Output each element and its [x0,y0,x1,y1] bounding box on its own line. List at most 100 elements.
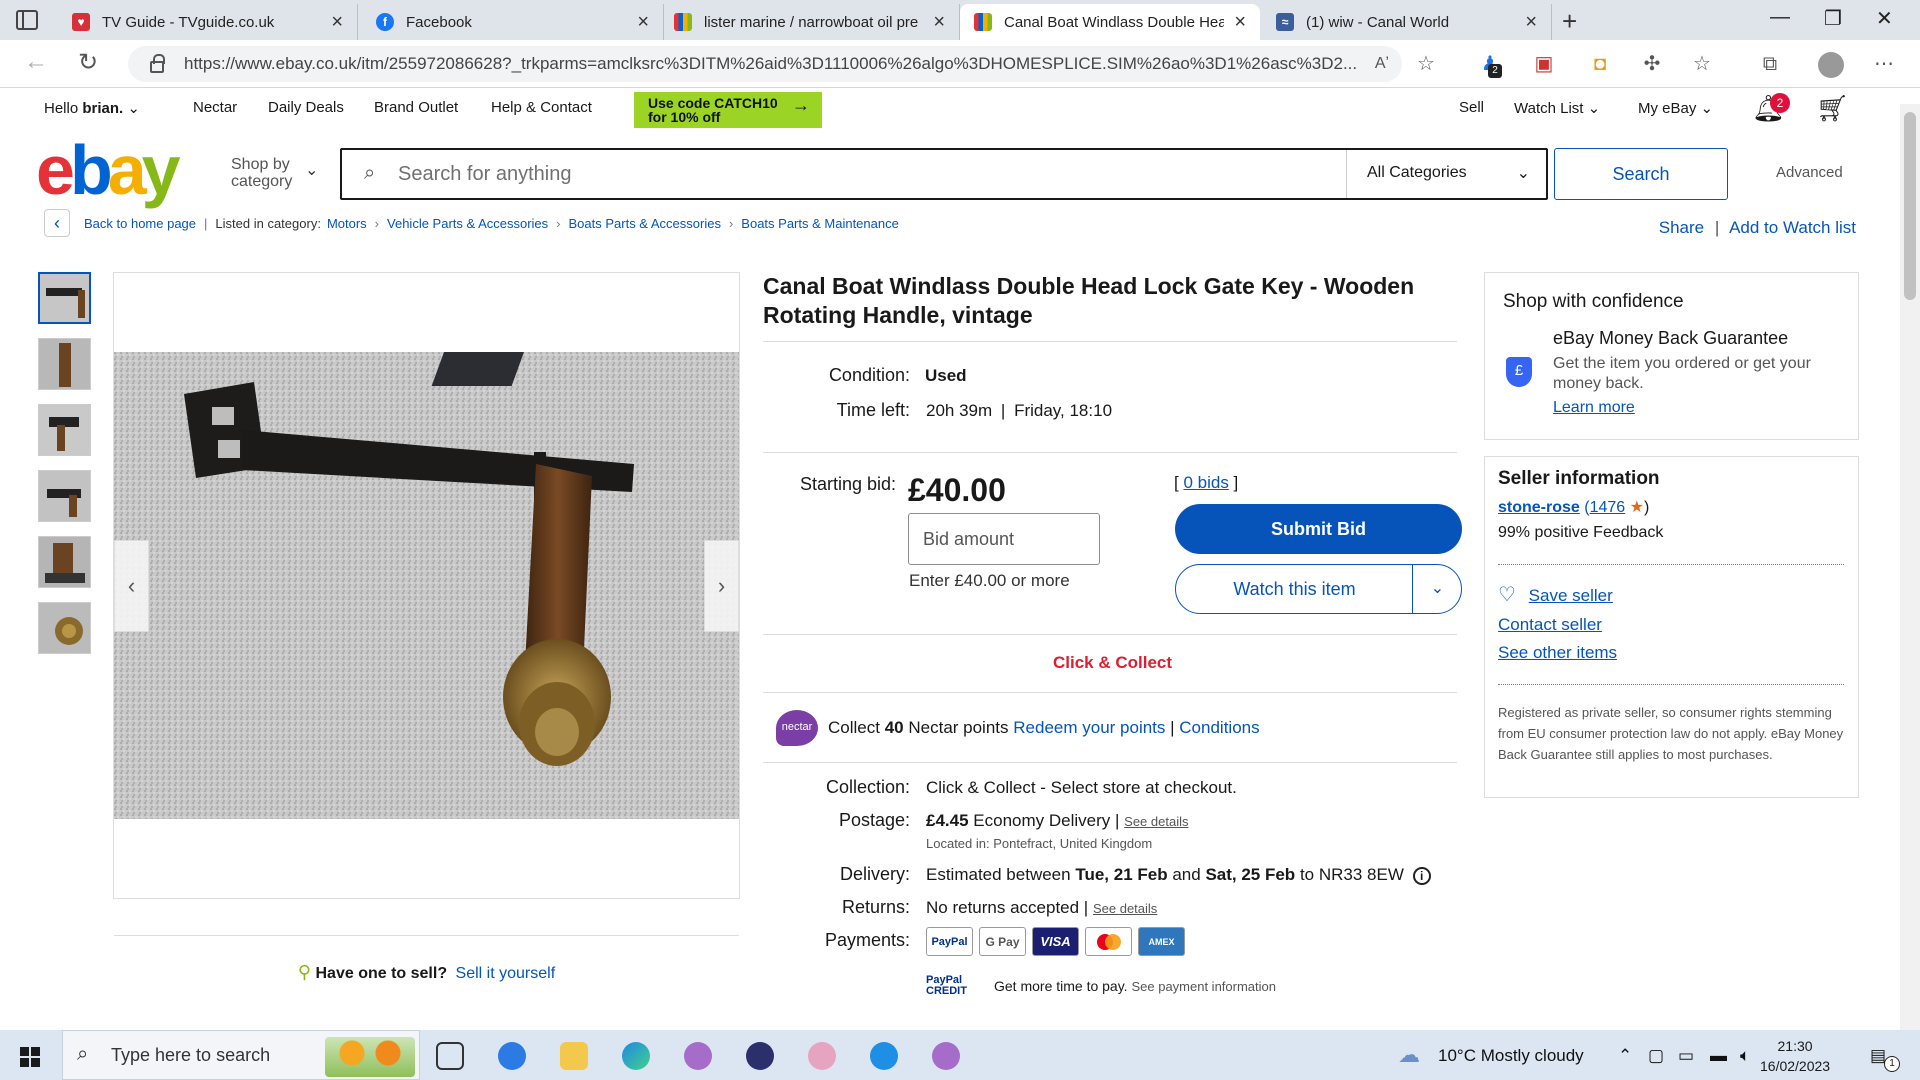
extension-flag-icon[interactable]: ▣ [1532,52,1556,76]
close-tab-icon[interactable]: × [1234,11,1246,34]
more-menu-icon[interactable]: ⋯ [1872,52,1896,76]
edge-browser-icon[interactable] [622,1042,650,1070]
next-image-icon[interactable]: › [704,540,739,632]
redeem-points-link[interactable]: Redeem your points [1013,718,1165,737]
tab-facebook[interactable]: f Facebook × [362,4,664,40]
nav-link-brand-outlet[interactable]: Brand Outlet [374,99,458,116]
volume-icon[interactable]: 🔈︎ [1740,1046,1750,1066]
extensions-puzzle-icon[interactable]: ✣ [1640,52,1664,76]
windows-start-icon[interactable] [20,1047,40,1067]
share-link[interactable]: Share [1659,218,1704,237]
new-tab-icon[interactable]: + [1562,6,1577,37]
breadcrumb-boats-maintenance[interactable]: Boats Parts & Maintenance [741,216,899,231]
seller-rating-link[interactable]: 1476 [1590,499,1626,516]
chevron-down-icon[interactable]: ⌄ [1412,565,1462,613]
close-tab-icon[interactable]: × [933,11,945,34]
my-ebay-menu[interactable]: My eBay ⌄ [1638,99,1713,117]
shop-by-category-button[interactable]: Shop by category ⌄ [231,156,318,190]
back-to-home-link[interactable]: Back to home page [84,216,196,231]
submit-bid-button[interactable]: Submit Bid [1175,504,1462,554]
vpn-app-icon[interactable] [746,1042,774,1070]
thumbnail-image[interactable] [38,602,91,654]
read-aloud-icon[interactable]: Aʼ [1370,52,1394,76]
close-tab-icon[interactable]: × [1525,11,1537,34]
breadcrumb-boats-parts[interactable]: Boats Parts & Accessories [569,216,721,231]
back-arrow-icon[interactable]: ← [24,48,48,76]
thumbnail-image[interactable] [38,536,91,588]
thumbnail-image[interactable] [38,272,91,324]
profile-avatar-icon[interactable] [1818,52,1844,78]
watch-list-menu[interactable]: Watch List ⌄ [1514,99,1600,117]
file-explorer-icon[interactable] [560,1042,588,1070]
nav-link-daily-deals[interactable]: Daily Deals [268,99,344,116]
tray-device-icon[interactable]: ▢ [1648,1046,1664,1066]
nav-link-sell[interactable]: Sell [1459,99,1484,116]
scrollbar-thumb[interactable] [1904,112,1916,300]
minimize-icon[interactable]: — [1770,6,1790,29]
add-to-watch-list-link[interactable]: Add to Watch list [1729,218,1856,237]
close-tab-icon[interactable]: × [637,11,649,34]
battery-icon[interactable]: ▬ [1710,1046,1727,1066]
lock-icon[interactable] [150,54,165,73]
page-scrollbar[interactable] [1900,104,1920,1030]
tab-canal-boat-windlass[interactable]: Canal Boat Windlass Double Hea × [960,4,1260,40]
greeting[interactable]: Hello brian. ⌄ [44,99,140,117]
blue-app-icon[interactable] [870,1042,898,1070]
returns-see-details-link[interactable]: See details [1093,901,1157,916]
conditions-link[interactable]: Conditions [1179,718,1259,737]
taskbar-search-box[interactable]: ⌕ Type here to search [62,1030,420,1080]
thumbnail-image[interactable] [38,404,91,456]
thumbnail-image[interactable] [38,470,91,522]
app-taskbar-icon[interactable] [498,1042,526,1070]
contact-seller-link[interactable]: Contact seller [1498,615,1602,635]
ebay-logo[interactable]: ebay [36,130,181,210]
back-chevron-icon[interactable]: ‹ [44,209,70,237]
nav-link-nectar[interactable]: Nectar [193,99,237,116]
search-button[interactable]: Search [1554,148,1728,200]
postage-see-details-link[interactable]: See details [1124,814,1188,829]
save-seller-link[interactable]: Save seller [1529,586,1613,605]
breadcrumb-vehicle-parts[interactable]: Vehicle Parts & Accessories [387,216,548,231]
breadcrumb-motors[interactable]: Motors [327,216,367,231]
search-input[interactable] [398,158,1198,190]
url-field[interactable]: https://www.ebay.co.uk/itm/255972086628?… [128,46,1402,82]
tray-display-icon[interactable]: ▭ [1678,1046,1694,1066]
collections-icon[interactable]: ⧉ [1758,52,1782,76]
paint-app-icon[interactable] [808,1042,836,1070]
tab-tvguide[interactable]: ♥ TV Guide - TVguide.co.uk × [58,4,358,40]
bids-link[interactable]: 0 bids [1183,473,1228,492]
tray-chevron-up-icon[interactable]: ⌃ [1618,1046,1632,1066]
save-seller-row[interactable]: ♡ Save seller [1498,582,1613,607]
thumbnail-image[interactable] [38,338,91,390]
watch-item-button[interactable]: Watch this item ⌄ [1175,564,1462,614]
product-photo[interactable] [114,352,739,819]
favorites-icon[interactable]: ☆ [1690,52,1714,76]
window-close-icon[interactable]: ✕ [1876,6,1893,31]
category-select[interactable]: All Categories ⌄ [1346,150,1546,198]
previous-image-icon[interactable]: ‹ [114,540,149,632]
cloud-app-icon[interactable] [684,1042,712,1070]
see-other-items-link[interactable]: See other items [1498,643,1617,663]
refresh-icon[interactable]: ↻ [78,48,98,77]
favorite-add-icon[interactable]: ☆ [1414,52,1438,76]
learn-more-link[interactable]: Learn more [1553,398,1813,418]
info-icon[interactable]: i [1412,867,1431,885]
advanced-search-link[interactable]: Advanced [1776,164,1843,181]
rss-extension-icon[interactable]: ◘ [1588,52,1612,76]
weather-text[interactable]: 10°C Mostly cloudy [1438,1046,1584,1066]
close-tab-icon[interactable]: × [331,11,343,34]
clock[interactable]: 21:30 16/02/2023 [1760,1036,1830,1076]
tab-canal-world[interactable]: ≈ (1) wiw - Canal World × [1262,4,1552,40]
seller-name-link[interactable]: stone-rose [1498,499,1580,516]
sell-it-yourself-link[interactable]: Sell it yourself [456,965,556,982]
cart-icon[interactable]: 🛒︎ [1816,93,1849,124]
nav-link-help-contact[interactable]: Help & Contact [491,99,592,116]
restore-icon[interactable]: ❐ [1824,6,1842,31]
payment-info-link[interactable]: See payment information [1131,979,1276,994]
tab-lister-marine[interactable]: lister marine / narrowboat oil pre × [660,4,960,40]
promo-banner[interactable]: Use code CATCH10 for 10% off → [634,92,822,128]
tab-actions-icon[interactable] [16,10,38,30]
task-view-icon[interactable] [436,1042,464,1070]
cloud-app-icon-2[interactable] [932,1042,960,1070]
bid-amount-input[interactable] [908,513,1100,565]
